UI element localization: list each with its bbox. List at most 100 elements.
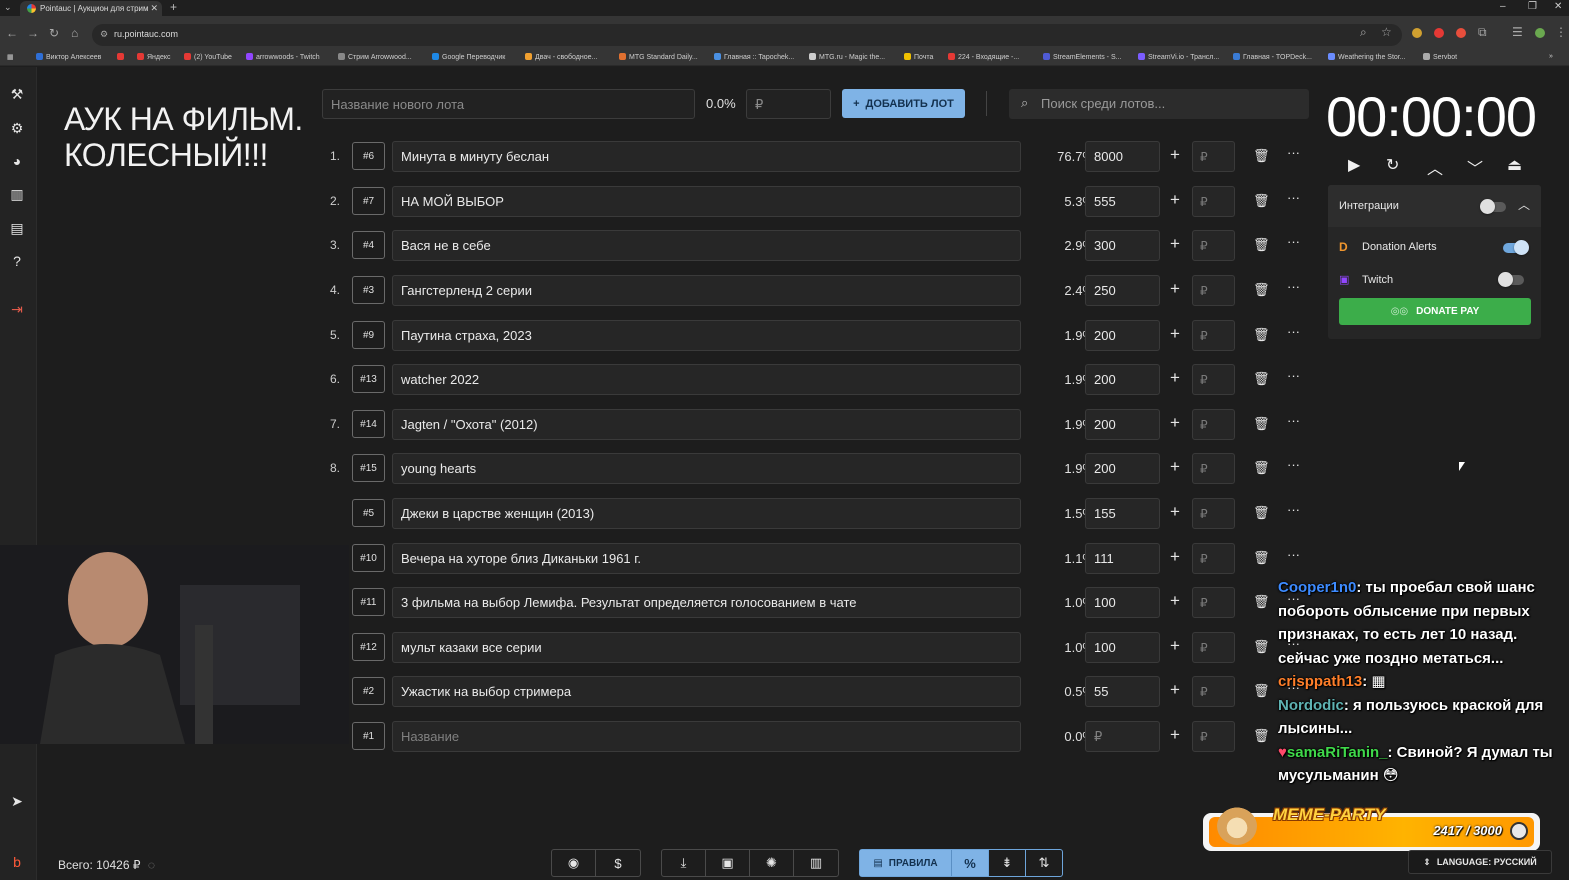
add-amount-icon[interactable]: + <box>1170 680 1180 700</box>
lot-add-amount-input[interactable]: ₽ <box>1192 320 1235 351</box>
lot-id-badge[interactable]: #1 <box>352 722 385 750</box>
integrations-toggle[interactable] <box>1480 199 1506 214</box>
add-amount-icon[interactable]: + <box>1170 234 1180 254</box>
bookmark-item[interactable]: MTG Standard Daily... <box>619 53 698 61</box>
minimize-window-icon[interactable]: – <box>1500 1 1506 12</box>
rules-button[interactable]: ▤ ПРАВИЛА <box>860 850 951 876</box>
lot-search-input[interactable]: ⌕ Поиск среди лотов... <box>1009 89 1309 119</box>
lot-amount-input[interactable]: 8000 <box>1085 141 1160 172</box>
bookmark-item[interactable]: StreamVi.io - Трансл... <box>1138 53 1219 61</box>
lot-name-input[interactable]: Название <box>392 721 1021 752</box>
lot-name-input[interactable]: Ужастик на выбор стримера <box>392 676 1021 707</box>
forward-icon[interactable]: → <box>27 26 39 40</box>
delete-lot-icon[interactable]: 🗑︎ <box>1253 371 1270 387</box>
lot-amount-input[interactable]: 155 <box>1085 498 1160 529</box>
lot-more-options-icon[interactable]: ··· <box>1287 457 1300 472</box>
lot-amount-input[interactable]: 250 <box>1085 275 1160 306</box>
bookmark-item[interactable]: Стрим Arrowwood... <box>338 53 412 61</box>
compact-view-icon[interactable]: ⇟ <box>988 850 1025 876</box>
close-window-icon[interactable]: ✕ <box>1554 1 1562 12</box>
lot-add-amount-input[interactable]: ₽ <box>1192 676 1235 707</box>
lot-name-input[interactable]: Паутина страха, 2023 <box>392 320 1021 351</box>
collapse-chevron-up-icon[interactable]: ︿ <box>1518 196 1530 213</box>
sort-icon[interactable]: ⇅ <box>1025 850 1062 876</box>
lot-id-badge[interactable]: #6 <box>352 142 385 170</box>
save-icon[interactable]: ▣ <box>706 850 750 876</box>
lot-more-options-icon[interactable]: ··· <box>1287 502 1300 517</box>
add-amount-icon[interactable]: + <box>1170 725 1180 745</box>
apps-grid-icon[interactable]: ▦ <box>7 53 14 61</box>
delete-lot-icon[interactable]: 🗑︎ <box>1253 505 1270 521</box>
lot-add-amount-input[interactable]: ₽ <box>1192 498 1235 529</box>
delete-lot-icon[interactable]: 🗑︎ <box>1253 550 1270 566</box>
lot-id-badge[interactable]: #7 <box>352 187 385 215</box>
lot-name-input[interactable]: Вечера на хуторе близ Диканьки 1961 г. <box>392 543 1021 574</box>
logout-icon[interactable]: ⇥ <box>7 299 27 319</box>
download-icon[interactable]: ⤓ <box>662 850 706 876</box>
add-amount-icon[interactable]: + <box>1170 145 1180 165</box>
new-lot-name-input[interactable]: Название нового лота <box>322 89 695 119</box>
lot-id-badge[interactable]: #5 <box>352 499 385 527</box>
extensions-puzzle-icon[interactable]: ⧉ <box>1478 25 1487 40</box>
hide-eye-off-icon[interactable]: ◌ <box>148 858 155 872</box>
add-amount-icon[interactable]: + <box>1170 502 1180 522</box>
add-amount-icon[interactable]: + <box>1170 636 1180 656</box>
bookmark-item[interactable]: 224 - Входящие -... <box>948 53 1019 61</box>
integrations-header[interactable]: Интеграции ︿ <box>1328 185 1541 227</box>
lot-amount-input[interactable]: 111 <box>1085 543 1160 574</box>
site-info-icon[interactable]: ⚙ <box>100 29 108 40</box>
bookmark-star-icon[interactable]: ☆ <box>1381 25 1392 39</box>
zoom-icon[interactable]: ⌕ <box>1360 25 1367 40</box>
lot-add-amount-input[interactable]: ₽ <box>1192 543 1235 574</box>
lot-name-input[interactable]: НА МОЙ ВЫБОР <box>392 186 1021 217</box>
delete-lot-icon[interactable]: 🗑︎ <box>1253 683 1270 699</box>
lot-id-badge[interactable]: #3 <box>352 276 385 304</box>
add-amount-icon[interactable]: + <box>1170 279 1180 299</box>
lot-add-amount-input[interactable]: ₽ <box>1192 453 1235 484</box>
delete-lot-icon[interactable]: 🗑︎ <box>1253 639 1270 655</box>
lot-id-badge[interactable]: #11 <box>352 588 385 616</box>
reset-timer-icon[interactable]: ↻ <box>1386 155 1399 175</box>
add-amount-icon[interactable]: + <box>1170 368 1180 388</box>
lot-id-badge[interactable]: #4 <box>352 231 385 259</box>
bookmark-item[interactable]: MTG.ru - Magic the... <box>809 53 885 61</box>
address-bar[interactable]: ⚙ ru.pointauc.com <box>92 24 1402 46</box>
delete-lot-icon[interactable]: 🗑︎ <box>1253 728 1270 744</box>
donate-dollar-icon[interactable]: $ <box>596 850 640 876</box>
donatepay-button[interactable]: ◎◎ DONATE PAY <box>1339 298 1531 325</box>
lot-add-amount-input[interactable]: ₽ <box>1192 141 1235 172</box>
twitch-toggle[interactable] <box>1498 272 1524 287</box>
lot-name-input[interactable]: Джеки в царстве женщин (2013) <box>392 498 1021 529</box>
bookmark-item[interactable]: Двач - свободное... <box>525 53 597 61</box>
lot-more-options-icon[interactable]: ··· <box>1287 413 1300 428</box>
lot-amount-input[interactable]: 555 <box>1085 186 1160 217</box>
delete-lot-icon[interactable]: 🗑︎ <box>1253 416 1270 432</box>
add-amount-icon[interactable]: + <box>1170 457 1180 477</box>
bookmark-item[interactable]: (2) YouTube <box>184 53 232 61</box>
lot-more-options-icon[interactable]: ··· <box>1287 547 1300 562</box>
lot-name-input[interactable]: watcher 2022 <box>392 364 1021 395</box>
delete-lot-icon[interactable]: 🗑︎ <box>1253 327 1270 343</box>
lot-name-input[interactable]: Jagten / "Охота" (2012) <box>392 409 1021 440</box>
lot-amount-input[interactable]: 200 <box>1085 320 1160 351</box>
lot-id-badge[interactable]: #13 <box>352 365 385 393</box>
lot-amount-input[interactable]: 55 <box>1085 676 1160 707</box>
lot-more-options-icon[interactable]: ··· <box>1287 234 1300 249</box>
restore-window-icon[interactable]: ❐ <box>1528 1 1537 12</box>
lot-name-input[interactable]: Вася не в себе <box>392 230 1021 261</box>
chevron-up-icon[interactable]: ︿ <box>1427 155 1443 179</box>
close-tab-icon[interactable]: ✕ <box>150 3 158 14</box>
lot-more-options-icon[interactable]: ··· <box>1287 324 1300 339</box>
delete-lot-icon[interactable]: 🗑︎ <box>1253 148 1270 164</box>
delete-lot-icon[interactable]: 🗑︎ <box>1253 460 1270 476</box>
bookmark-item[interactable]: Яндекс <box>137 53 171 61</box>
lot-amount-input[interactable]: 100 <box>1085 587 1160 618</box>
add-amount-icon[interactable]: + <box>1170 547 1180 567</box>
home-icon[interactable]: ⌂ <box>71 26 78 40</box>
lot-add-amount-input[interactable]: ₽ <box>1192 230 1235 261</box>
wheel-icon[interactable]: ◕ <box>7 151 27 171</box>
bug-report-icon[interactable]: ✺ <box>750 850 794 876</box>
delete-lot-icon[interactable]: 🗑︎ <box>1253 193 1270 209</box>
settings-gear-icon[interactable]: ⚙ <box>7 118 27 138</box>
telegram-icon[interactable]: ➤ <box>7 791 27 811</box>
